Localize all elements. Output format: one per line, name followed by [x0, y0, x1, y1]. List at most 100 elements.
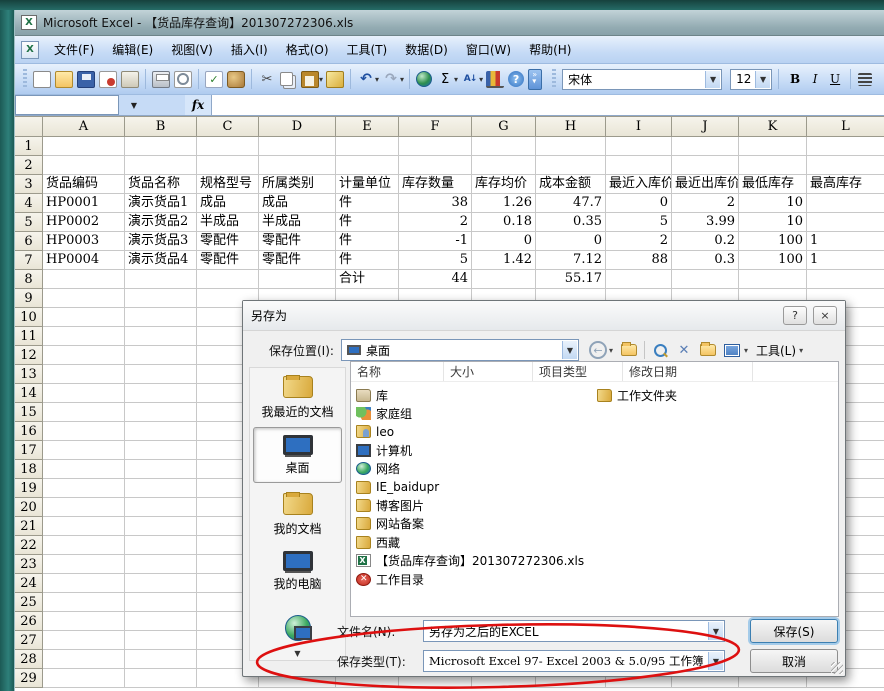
row-header-26[interactable]: 26: [15, 612, 43, 631]
redo-icon[interactable]: [382, 71, 400, 88]
cell-B20[interactable]: [125, 498, 197, 517]
list-header-修改日期[interactable]: 修改日期: [623, 362, 753, 381]
dropdown-caret-icon[interactable]: ▾: [319, 75, 323, 84]
sort-ascending-icon[interactable]: [461, 71, 479, 88]
cell-I8[interactable]: [606, 270, 672, 289]
cell-B24[interactable]: [125, 574, 197, 593]
cell-C7[interactable]: 零配件: [197, 251, 259, 270]
select-all-corner[interactable]: [15, 116, 43, 137]
file-item[interactable]: 家庭组: [356, 404, 584, 422]
list-header-名称[interactable]: 名称: [351, 362, 444, 381]
cell-I7[interactable]: 88: [606, 251, 672, 270]
toolbar-grip-icon[interactable]: [23, 69, 27, 89]
cell-C2[interactable]: [197, 156, 259, 175]
name-box-dropdown-icon[interactable]: ▼: [119, 95, 149, 115]
cell-D4[interactable]: 成品: [259, 194, 336, 213]
cell-L4[interactable]: [807, 194, 884, 213]
menu-item-4[interactable]: 插入(I): [222, 37, 277, 62]
row-header-5[interactable]: 5: [15, 213, 43, 232]
cell-K4[interactable]: 10: [739, 194, 807, 213]
print-icon[interactable]: [152, 71, 170, 88]
cell-G5[interactable]: 0.18: [472, 213, 536, 232]
dropdown-caret-icon[interactable]: ▾: [400, 75, 404, 84]
row-header-10[interactable]: 10: [15, 308, 43, 327]
up-one-level-icon[interactable]: [619, 340, 639, 360]
row-header-25[interactable]: 25: [15, 593, 43, 612]
file-item[interactable]: 库: [356, 386, 584, 404]
paste-icon[interactable]: [301, 71, 319, 88]
row-header-16[interactable]: 16: [15, 422, 43, 441]
formatting-toolbar-grip-icon[interactable]: [552, 69, 556, 89]
cell-A14[interactable]: [43, 384, 125, 403]
row-header-29[interactable]: 29: [15, 669, 43, 688]
cell-B13[interactable]: [125, 365, 197, 384]
cell-K7[interactable]: 100: [739, 251, 807, 270]
cell-B6[interactable]: 演示货品3: [125, 232, 197, 251]
cell-B4[interactable]: 演示货品1: [125, 194, 197, 213]
cell-B23[interactable]: [125, 555, 197, 574]
file-item[interactable]: 【货品库存查询】201307272306.xls: [356, 552, 584, 570]
column-header-D[interactable]: D: [259, 116, 336, 137]
undo-icon[interactable]: [357, 71, 375, 88]
cell-A12[interactable]: [43, 346, 125, 365]
cell-B29[interactable]: [125, 669, 197, 688]
cell-I4[interactable]: 0: [606, 194, 672, 213]
cell-G7[interactable]: 1.42: [472, 251, 536, 270]
column-header-I[interactable]: I: [606, 116, 672, 137]
cell-B27[interactable]: [125, 631, 197, 650]
cell-L2[interactable]: [807, 156, 884, 175]
save-button[interactable]: 保存(S): [750, 619, 838, 643]
cell-B8[interactable]: [125, 270, 197, 289]
cell-E5[interactable]: 件: [336, 213, 399, 232]
font-size-combo[interactable]: 12 ▼: [730, 69, 772, 90]
cell-I1[interactable]: [606, 137, 672, 156]
row-header-7[interactable]: 7: [15, 251, 43, 270]
column-header-J[interactable]: J: [672, 116, 739, 137]
cell-A16[interactable]: [43, 422, 125, 441]
chevron-down-icon[interactable]: ▼: [708, 652, 723, 670]
title-bar[interactable]: X Microsoft Excel - 【货品库存查询】201307272306…: [15, 10, 884, 36]
row-header-8[interactable]: 8: [15, 270, 43, 289]
help-icon[interactable]: [508, 71, 524, 87]
cell-D3[interactable]: 所属类别: [259, 175, 336, 194]
cell-B7[interactable]: 演示货品4: [125, 251, 197, 270]
dropdown-caret-icon[interactable]: ▾: [479, 75, 483, 84]
row-header-22[interactable]: 22: [15, 536, 43, 555]
cell-J3[interactable]: 最近出库价: [672, 175, 739, 194]
menu-item-7[interactable]: 数据(D): [396, 37, 457, 62]
delete-icon[interactable]: ✕: [674, 340, 694, 360]
back-icon[interactable]: ←: [589, 341, 607, 359]
dropdown-caret-icon[interactable]: ▾: [375, 75, 379, 84]
cell-B17[interactable]: [125, 441, 197, 460]
cell-K5[interactable]: 10: [739, 213, 807, 232]
close-button[interactable]: ×: [813, 306, 837, 325]
cancel-button[interactable]: 取消: [750, 649, 838, 673]
cell-H1[interactable]: [536, 137, 606, 156]
cell-D8[interactable]: [259, 270, 336, 289]
tools-menu-button[interactable]: 工具(L) ▾: [752, 340, 811, 361]
column-header-A[interactable]: A: [43, 116, 125, 137]
row-header-24[interactable]: 24: [15, 574, 43, 593]
list-header-大小[interactable]: 大小: [444, 362, 533, 381]
views-icon[interactable]: [722, 340, 742, 360]
column-header-L[interactable]: L: [807, 116, 884, 137]
row-header-27[interactable]: 27: [15, 631, 43, 650]
cell-A26[interactable]: [43, 612, 125, 631]
cell-L5[interactable]: [807, 213, 884, 232]
cell-D1[interactable]: [259, 137, 336, 156]
cell-L7[interactable]: 1: [807, 251, 884, 270]
cell-K1[interactable]: [739, 137, 807, 156]
row-header-6[interactable]: 6: [15, 232, 43, 251]
chevron-down-icon[interactable]: ▼: [562, 341, 577, 359]
chevron-down-icon[interactable]: ▼: [755, 71, 770, 88]
print-preview-icon[interactable]: [174, 71, 192, 88]
search-web-icon[interactable]: [650, 340, 670, 360]
new-folder-icon[interactable]: [698, 340, 718, 360]
cell-B11[interactable]: [125, 327, 197, 346]
bold-button[interactable]: B: [785, 69, 805, 89]
row-header-28[interactable]: 28: [15, 650, 43, 669]
cell-A3[interactable]: 货品编码: [43, 175, 125, 194]
cell-J8[interactable]: [672, 270, 739, 289]
cell-E7[interactable]: 件: [336, 251, 399, 270]
cell-A9[interactable]: [43, 289, 125, 308]
